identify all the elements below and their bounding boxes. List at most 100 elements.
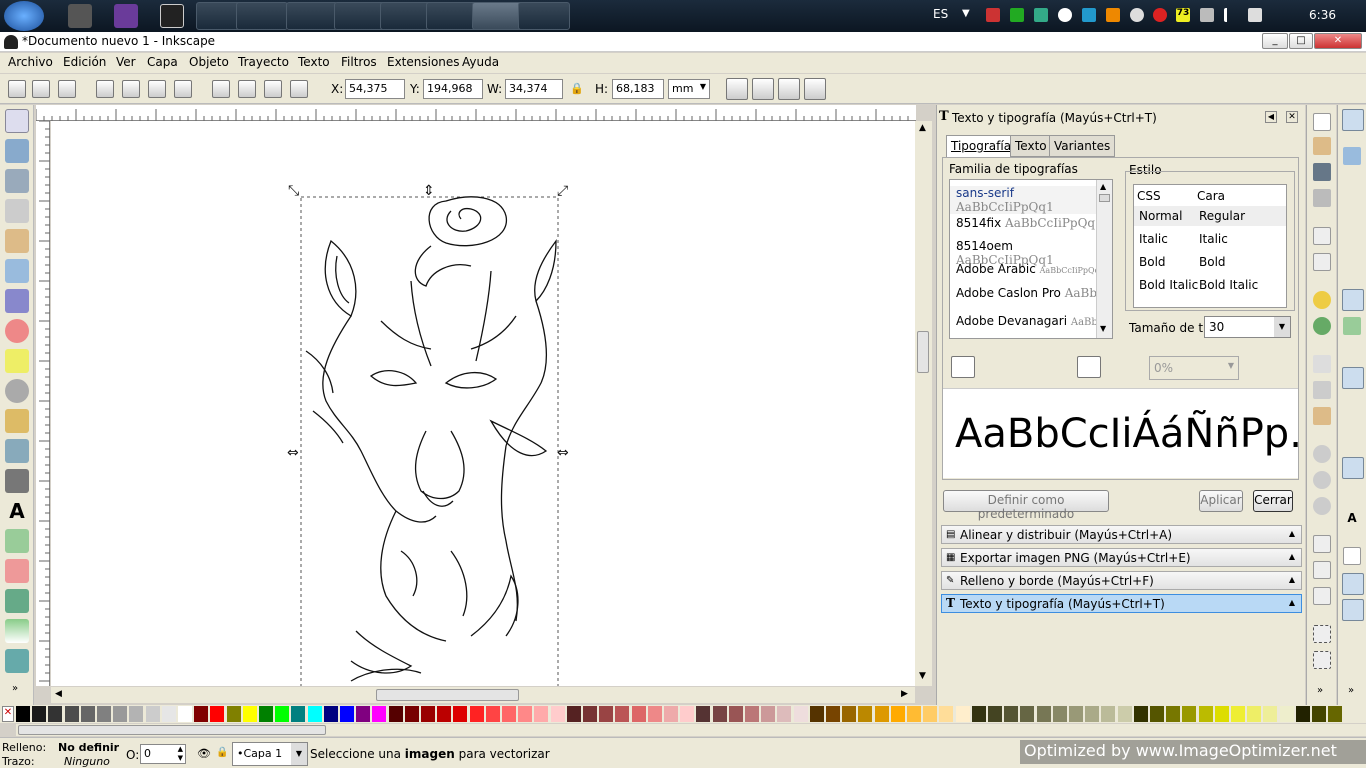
color-swatch[interactable] [210, 706, 225, 722]
tray-icon[interactable] [986, 8, 1000, 22]
chevron-expand-icon[interactable]: » [1348, 685, 1354, 696]
color-swatch[interactable] [16, 706, 30, 722]
list-item[interactable]: sans-serif AaBbCcIiPpQq1 [950, 186, 1096, 214]
scroll-thumb[interactable] [1099, 194, 1110, 202]
chevron-down-icon[interactable]: ▼ [962, 8, 970, 19]
ungroup-icon[interactable] [1313, 651, 1331, 669]
color-swatch[interactable] [502, 706, 516, 722]
scale-stroke-icon[interactable] [726, 78, 748, 100]
start-button[interactable] [4, 1, 44, 31]
color-swatch[interactable] [550, 706, 565, 722]
color-swatch[interactable] [388, 706, 403, 722]
color-swatch[interactable] [226, 706, 241, 722]
resize-handle-icon[interactable]: ⤡ [288, 183, 299, 199]
drawing-canvas[interactable]: ⤡ ⇕ ⤢ ⇔ ⇔ [51, 121, 915, 693]
minimize-button[interactable]: _ [1262, 33, 1288, 49]
rotate-cw-icon[interactable] [122, 80, 140, 98]
menu-ayuda[interactable]: Ayuda [462, 55, 499, 69]
resize-handle-icon[interactable]: ⇔ [557, 445, 569, 461]
paint-bucket-tool-icon[interactable] [5, 589, 29, 613]
list-item[interactable]: 8514fix AaBbCcIiPpQq12 [956, 216, 1110, 230]
group-icon[interactable] [1313, 625, 1331, 643]
color-swatch[interactable] [1231, 706, 1245, 722]
font-family-list[interactable]: sans-serif AaBbCcIiPpQq1 8514fix AaBbCcI… [949, 179, 1113, 339]
color-swatch[interactable] [680, 706, 695, 722]
app-icon[interactable] [160, 4, 184, 28]
color-swatch[interactable] [291, 706, 306, 722]
color-swatch[interactable] [80, 706, 95, 722]
app-icon[interactable] [68, 4, 92, 28]
snap-rotation-center-icon[interactable] [1343, 485, 1361, 503]
color-swatch[interactable] [1214, 706, 1229, 722]
snap-text-baseline-icon[interactable]: A [1343, 511, 1361, 529]
unit-select[interactable]: mm ▼ [668, 79, 710, 99]
color-swatch[interactable] [275, 706, 290, 722]
close-button[interactable]: ✕ [1314, 33, 1362, 49]
save-icon[interactable] [1313, 163, 1331, 181]
monitor-task-icon[interactable] [334, 2, 386, 30]
tray-icon[interactable] [1010, 8, 1024, 22]
dock-align-distribute[interactable]: ▤ Alinear y distribuir (Mayús+Ctrl+A) ▲ [941, 525, 1302, 544]
vertical-text-icon[interactable] [1105, 356, 1127, 378]
rotate-ccw-icon[interactable] [96, 80, 114, 98]
scroll-thumb[interactable] [18, 725, 326, 735]
signal-icon[interactable] [1224, 8, 1238, 22]
color-swatch[interactable] [647, 706, 662, 722]
snap-edges-icon[interactable] [1343, 173, 1361, 191]
color-swatch[interactable] [421, 706, 435, 722]
table-row[interactable]: Normal Regular [1134, 206, 1286, 226]
color-swatch[interactable] [194, 706, 209, 722]
table-row[interactable]: Bold Italic Bold Italic [1134, 275, 1286, 295]
badge-icon[interactable]: 73 [1176, 8, 1190, 22]
snap-guide-icon[interactable] [1342, 599, 1364, 621]
color-swatch[interactable] [728, 706, 743, 722]
snap-nodes-icon[interactable] [1342, 289, 1364, 311]
arrow-left-icon[interactable]: ◀ [55, 689, 62, 699]
color-swatch[interactable] [1004, 706, 1019, 722]
color-swatch[interactable] [842, 706, 857, 722]
scroll-thumb[interactable] [376, 689, 519, 701]
color-swatch[interactable] [1198, 706, 1213, 722]
app-task-icon[interactable] [380, 2, 432, 30]
tray-icon[interactable] [1153, 8, 1167, 22]
resize-handle-icon[interactable]: ⇔ [287, 445, 299, 461]
lower-icon[interactable] [238, 80, 256, 98]
dock-fill-stroke[interactable]: ✎ Relleno y borde (Mayús+Ctrl+F) ▲ [941, 571, 1302, 590]
snap-grid-icon[interactable] [1342, 573, 1364, 595]
tab-variantes[interactable]: Variantes [1049, 135, 1116, 157]
scale-corners-icon[interactable] [752, 78, 774, 100]
cloud-icon[interactable] [1130, 8, 1144, 22]
align-left-icon[interactable] [951, 356, 975, 378]
color-swatch[interactable] [599, 706, 614, 722]
color-swatch[interactable] [826, 706, 840, 722]
menu-edicion[interactable]: Edición [63, 55, 106, 69]
no-paint-swatch[interactable]: ✕ [2, 706, 14, 722]
spiral-tool-icon[interactable] [5, 379, 29, 403]
menu-texto[interactable]: Texto [298, 55, 330, 69]
color-swatch[interactable] [955, 706, 970, 722]
zoom-page-icon[interactable] [1313, 497, 1331, 515]
color-swatch[interactable] [1101, 706, 1116, 722]
lower-bottom-icon[interactable] [212, 80, 230, 98]
deselect-icon[interactable] [58, 80, 76, 98]
export-icon[interactable] [1313, 253, 1331, 271]
color-swatch[interactable] [777, 706, 792, 722]
snap-cusp-icon[interactable] [1342, 367, 1364, 389]
snap-intersections-icon[interactable] [1343, 343, 1361, 361]
rectangle-tool-icon[interactable] [5, 259, 29, 283]
tray-icon[interactable] [1200, 8, 1214, 22]
color-swatch[interactable] [64, 706, 79, 722]
color-swatch[interactable] [971, 706, 986, 722]
copy-icon[interactable] [1313, 355, 1331, 373]
horizontal-scrollbar[interactable]: ◀ ▶ [51, 687, 915, 703]
color-swatch[interactable] [1166, 706, 1181, 722]
arrow-down-icon[interactable]: ▼ [1100, 324, 1106, 333]
flip-horizontal-icon[interactable] [148, 80, 166, 98]
list-scrollbar[interactable]: ▲ ▼ [1096, 180, 1112, 338]
fill-value[interactable]: No definir [58, 741, 119, 754]
undo-icon[interactable] [1313, 291, 1331, 309]
spray-tool-icon[interactable] [5, 529, 29, 553]
paste-icon[interactable] [1313, 407, 1331, 425]
star-tool-icon[interactable] [5, 349, 29, 373]
chevron-expand-icon[interactable]: » [12, 683, 18, 694]
